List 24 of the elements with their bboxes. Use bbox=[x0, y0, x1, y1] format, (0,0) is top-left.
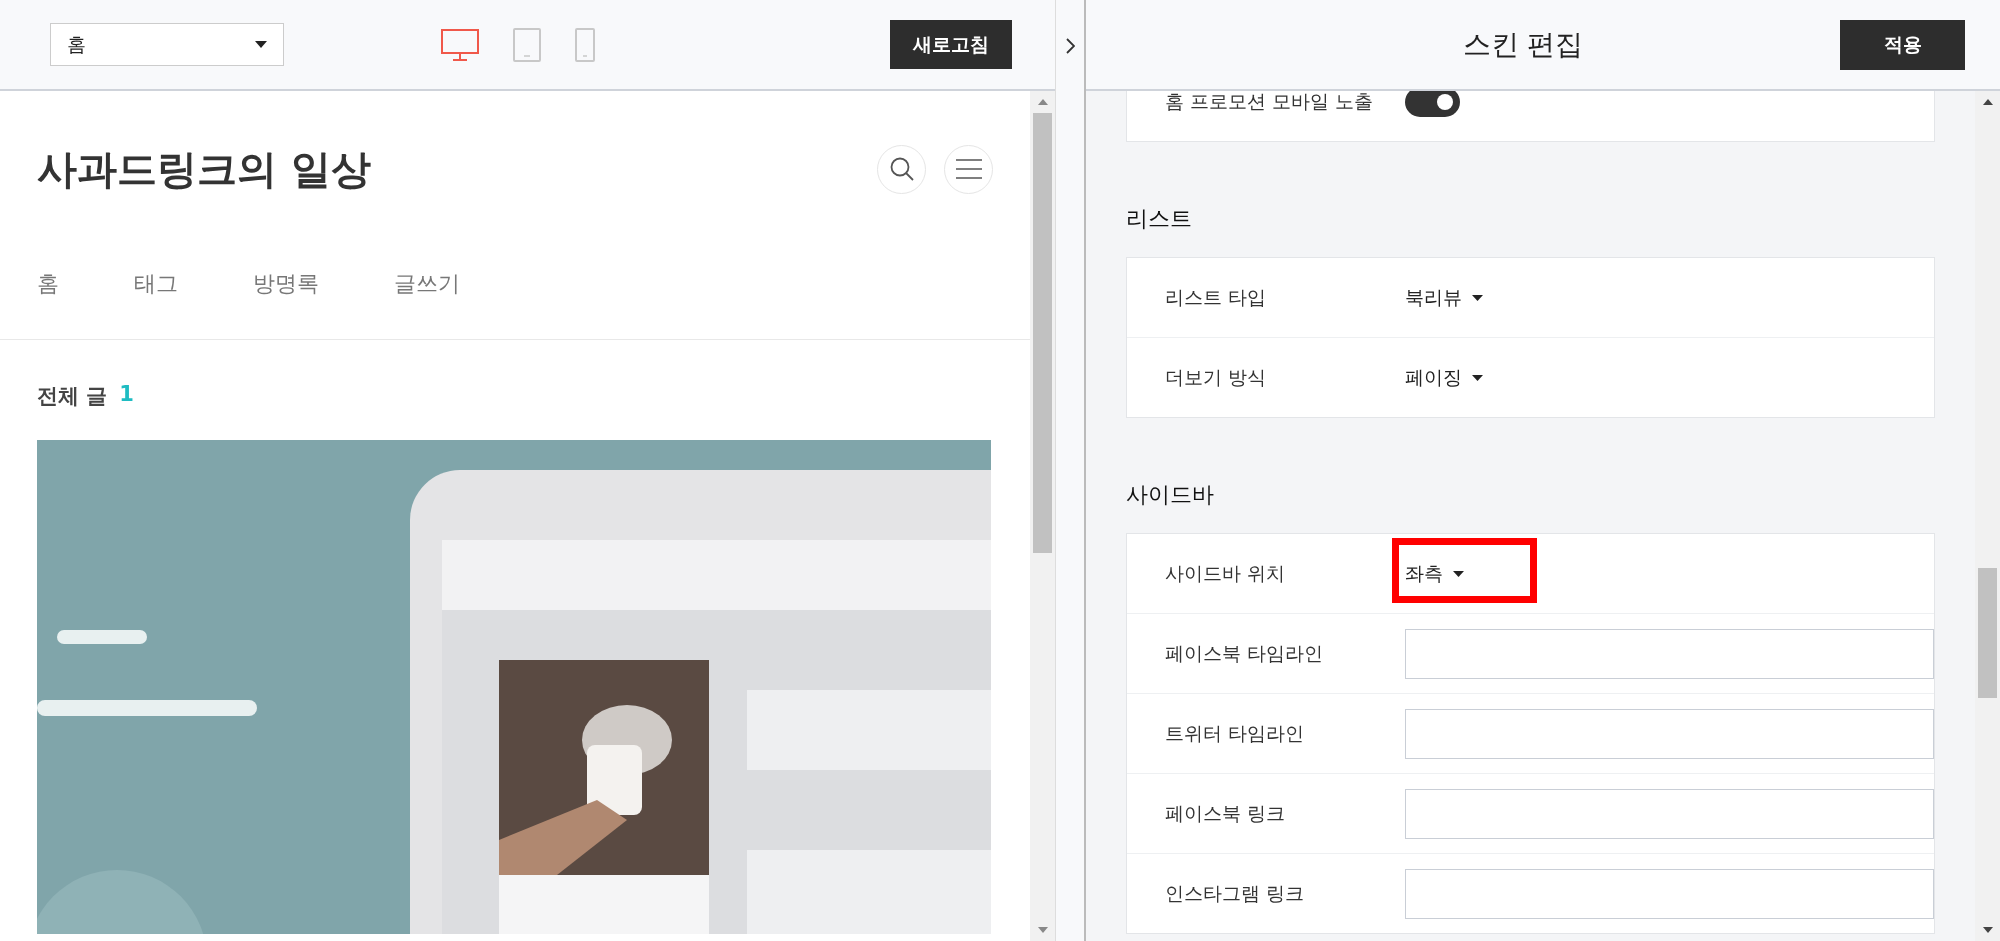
post-count: 1 bbox=[119, 382, 134, 408]
setting-label: 트위터 타임라인 bbox=[1165, 720, 1306, 746]
blog-title: 사과드링크의 일상 bbox=[37, 143, 371, 194]
refresh-button[interactable]: 새로고침 bbox=[890, 20, 1012, 69]
select-dropdown[interactable]: 페이징 bbox=[1405, 364, 1483, 391]
section-heading: 사이드바 bbox=[1126, 481, 1215, 509]
nav-link[interactable]: 글쓰기 bbox=[394, 269, 460, 339]
setting-label: 사이드바 위치 bbox=[1165, 560, 1287, 586]
select-dropdown[interactable]: 북리뷰 bbox=[1405, 284, 1483, 311]
nav-link[interactable]: 홈 bbox=[37, 269, 59, 339]
setting-label: 인스타그램 링크 bbox=[1165, 880, 1306, 906]
setting-label: 페이스북 타임라인 bbox=[1165, 640, 1325, 666]
section-heading: 리스트 bbox=[1126, 205, 1193, 233]
select-dropdown[interactable]: 좌측 bbox=[1405, 560, 1464, 587]
setting-label: 리스트 타입 bbox=[1165, 284, 1268, 310]
nav-link[interactable]: 방명록 bbox=[253, 269, 319, 339]
post-count-label: 전체 글 bbox=[37, 383, 108, 410]
panel-title: 스킨 편집 bbox=[1461, 26, 1585, 63]
setting-label: 페이스북 링크 bbox=[1165, 800, 1287, 826]
page-dropdown[interactable]: 홈 bbox=[50, 23, 284, 66]
nav-link[interactable]: 태그 bbox=[134, 269, 178, 339]
setting-label: 홈 프로모션 모바일 노출 bbox=[1165, 91, 1375, 114]
apply-button[interactable]: 적용 bbox=[1840, 19, 1965, 70]
setting-label: 더보기 방식 bbox=[1165, 364, 1268, 390]
